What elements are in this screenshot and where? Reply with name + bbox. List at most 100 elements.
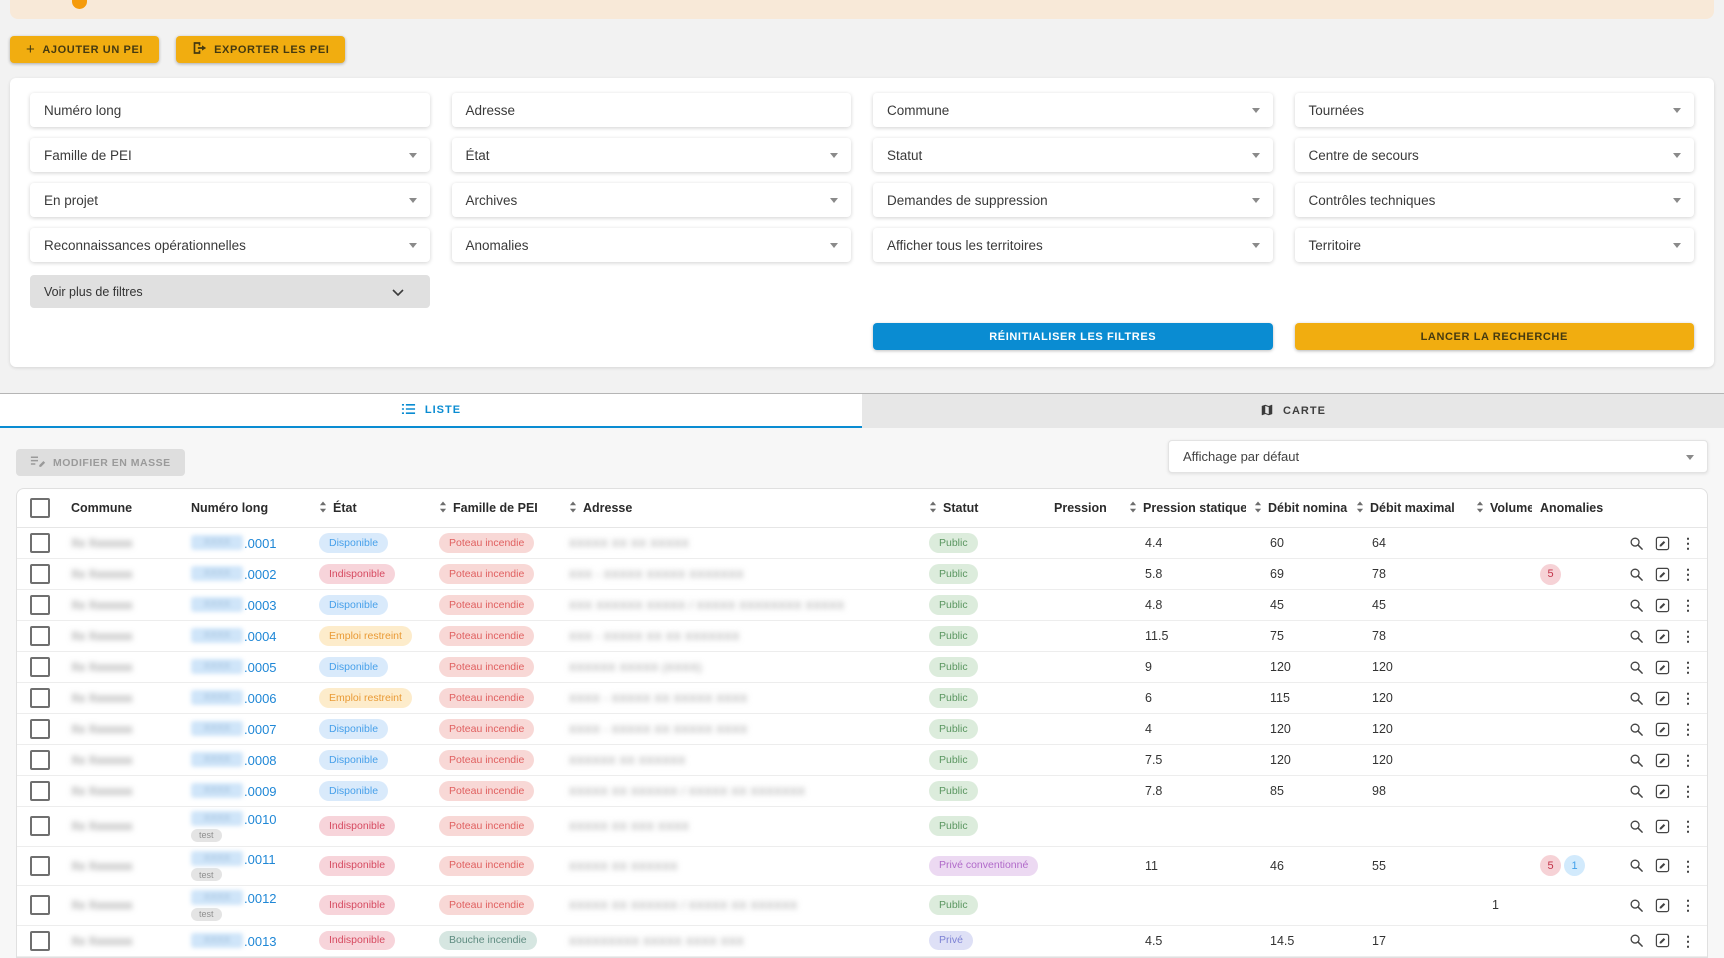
view-button[interactable] (1629, 933, 1644, 948)
bulk-edit-button[interactable]: MODIFIER EN MASSE (16, 449, 185, 476)
view-button[interactable] (1629, 536, 1644, 551)
row-checkbox[interactable] (30, 816, 50, 836)
more-actions-button[interactable]: ⋮ (1681, 722, 1695, 736)
edit-button[interactable] (1655, 753, 1670, 768)
more-actions-button[interactable]: ⋮ (1681, 859, 1695, 873)
row-checkbox[interactable] (30, 931, 50, 951)
filter-etat[interactable]: État (452, 138, 852, 172)
view-button[interactable] (1629, 858, 1644, 873)
sort-icon[interactable] (439, 501, 447, 516)
reset-filters-button[interactable]: RÉINITIALISER LES FILTRES (873, 323, 1273, 350)
display-mode-select[interactable]: Affichage par défaut (1168, 440, 1708, 473)
filter-statut[interactable]: Statut (873, 138, 1273, 172)
filter-commune[interactable]: Commune (873, 93, 1273, 127)
view-button[interactable] (1629, 784, 1644, 799)
numero-long-link[interactable]: .0001 (244, 536, 277, 551)
more-actions-button[interactable]: ⋮ (1681, 898, 1695, 912)
numero-long-link[interactable]: .0004 (244, 629, 277, 644)
edit-button[interactable] (1655, 660, 1670, 675)
edit-button[interactable] (1655, 536, 1670, 551)
filter-afficher-tous-les-territoires[interactable]: Afficher tous les territoires (873, 228, 1273, 262)
filter-reconnaissances-operationnelles[interactable]: Reconnaissances opérationnelles (30, 228, 430, 262)
view-button[interactable] (1629, 753, 1644, 768)
numero-long-link[interactable]: .0011 (244, 852, 276, 867)
view-button[interactable] (1629, 819, 1644, 834)
filter-centre-de-secours[interactable]: Centre de secours (1295, 138, 1695, 172)
filter-famille-de-pei[interactable]: Famille de PEI (30, 138, 430, 172)
sort-icon[interactable] (319, 501, 327, 516)
filter-en-projet[interactable]: En projet (30, 183, 430, 217)
row-checkbox[interactable] (30, 533, 50, 553)
sort-icon[interactable] (1356, 501, 1364, 516)
numero-long-link[interactable]: .0003 (244, 598, 277, 613)
more-actions-button[interactable]: ⋮ (1681, 753, 1695, 767)
numero-long-link[interactable]: .0010 (244, 812, 277, 827)
select-all-checkbox[interactable] (30, 498, 50, 518)
row-checkbox[interactable] (30, 626, 50, 646)
filter-adresse[interactable]: Adresse (452, 93, 852, 127)
row-checkbox[interactable] (30, 595, 50, 615)
filter-demandes-de-suppression[interactable]: Demandes de suppression (873, 183, 1273, 217)
row-checkbox[interactable] (30, 856, 50, 876)
numero-long-link[interactable]: .0008 (244, 753, 277, 768)
sort-icon[interactable] (1129, 501, 1137, 516)
numero-long-link[interactable]: .0002 (244, 567, 277, 582)
more-actions-button[interactable]: ⋮ (1681, 536, 1695, 550)
filter-tournees[interactable]: Tournées (1295, 93, 1695, 127)
filter-territoire[interactable]: Territoire (1295, 228, 1695, 262)
sort-icon[interactable] (1254, 501, 1262, 516)
edit-button[interactable] (1655, 858, 1670, 873)
row-checkbox[interactable] (30, 781, 50, 801)
row-checkbox[interactable] (30, 564, 50, 584)
edit-button[interactable] (1655, 691, 1670, 706)
view-button[interactable] (1629, 598, 1644, 613)
more-actions-button[interactable]: ⋮ (1681, 660, 1695, 674)
more-actions-button[interactable]: ⋮ (1681, 567, 1695, 581)
more-actions-button[interactable]: ⋮ (1681, 629, 1695, 643)
more-actions-button[interactable]: ⋮ (1681, 934, 1695, 948)
tab-carte[interactable]: CARTE (862, 394, 1724, 428)
more-actions-button[interactable]: ⋮ (1681, 784, 1695, 798)
edit-button[interactable] (1655, 933, 1670, 948)
view-button[interactable] (1629, 629, 1644, 644)
edit-button[interactable] (1655, 629, 1670, 644)
tab-liste[interactable]: LISTE (0, 394, 862, 428)
sort-icon[interactable] (929, 501, 937, 516)
edit-button[interactable] (1655, 784, 1670, 799)
numero-long-link[interactable]: .0006 (244, 691, 277, 706)
sort-icon[interactable] (569, 501, 577, 516)
search-button[interactable]: LANCER LA RECHERCHE (1295, 323, 1695, 350)
filter-anomalies[interactable]: Anomalies (452, 228, 852, 262)
edit-button[interactable] (1655, 898, 1670, 913)
view-button[interactable] (1629, 660, 1644, 675)
view-button[interactable] (1629, 567, 1644, 582)
more-actions-button[interactable]: ⋮ (1681, 598, 1695, 612)
more-actions-button[interactable]: ⋮ (1681, 819, 1695, 833)
view-button[interactable] (1629, 898, 1644, 913)
sort-icon[interactable] (1476, 501, 1484, 516)
numero-long-link[interactable]: .0013 (244, 934, 277, 949)
row-checkbox[interactable] (30, 895, 50, 915)
edit-button[interactable] (1655, 722, 1670, 737)
row-checkbox[interactable] (30, 657, 50, 677)
numero-long-link[interactable]: .0009 (244, 784, 277, 799)
view-button[interactable] (1629, 722, 1644, 737)
edit-button[interactable] (1655, 598, 1670, 613)
more-actions-button[interactable]: ⋮ (1681, 691, 1695, 705)
export-pei-button[interactable]: EXPORTER LES PEI (176, 36, 345, 63)
filter-numero-long[interactable]: Numéro long (30, 93, 430, 127)
numero-long-link[interactable]: .0005 (244, 660, 277, 675)
filter-archives[interactable]: Archives (452, 183, 852, 217)
table-row: Xx XxxxxxxXXXX.0006Emploi restreintPotea… (17, 683, 1707, 714)
filter-controles-techniques[interactable]: Contrôles techniques (1295, 183, 1695, 217)
edit-button[interactable] (1655, 567, 1670, 582)
more-filters-toggle[interactable]: Voir plus de filtres (30, 275, 430, 308)
add-pei-button[interactable]: + AJOUTER UN PEI (10, 36, 159, 63)
view-button[interactable] (1629, 691, 1644, 706)
edit-button[interactable] (1655, 819, 1670, 834)
numero-long-link[interactable]: .0012 (244, 891, 277, 906)
row-checkbox[interactable] (30, 719, 50, 739)
row-checkbox[interactable] (30, 750, 50, 770)
row-checkbox[interactable] (30, 688, 50, 708)
numero-long-link[interactable]: .0007 (244, 722, 277, 737)
